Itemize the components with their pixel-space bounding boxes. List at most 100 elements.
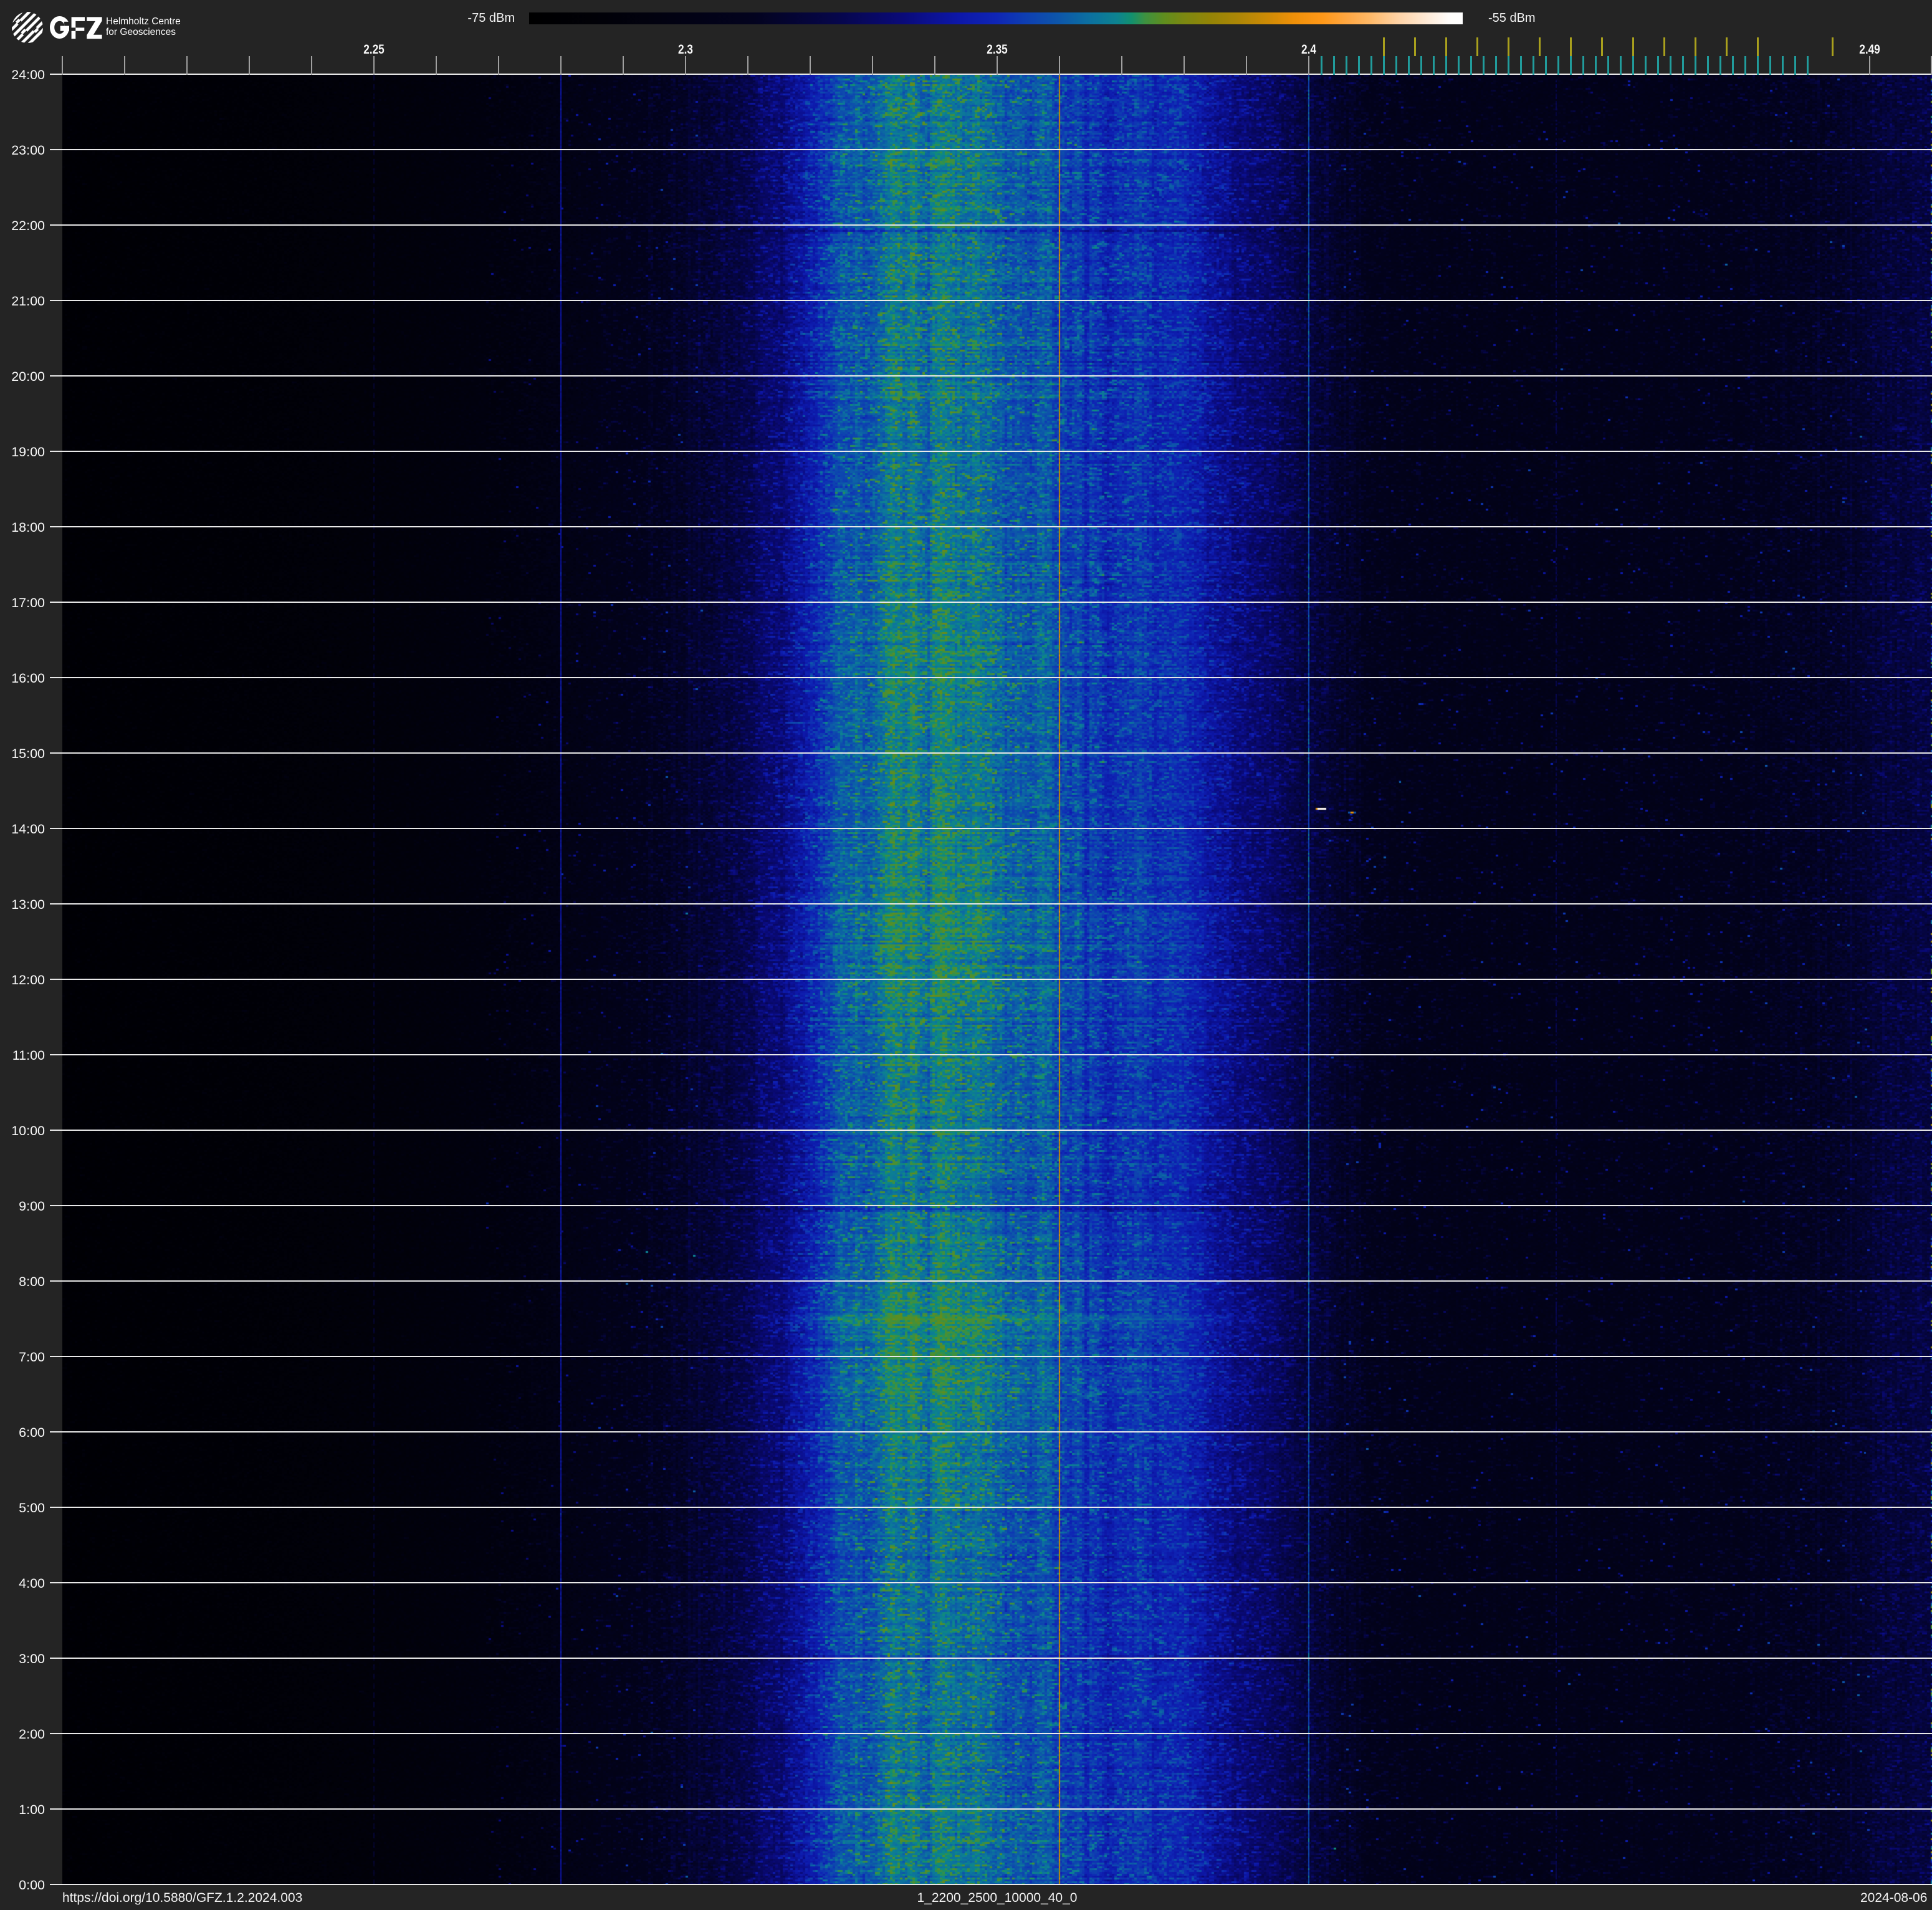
frequency-tick [498, 56, 499, 75]
ble-channel-tick [1719, 56, 1721, 75]
rf-spectrogram-page: { "header": { "logo": { "acronym": "GFZ"… [0, 0, 1932, 1910]
hour-label: 14:00 [11, 822, 45, 837]
hour-label: 2:00 [19, 1727, 45, 1742]
ble-channel-tick [1332, 56, 1335, 75]
hour-gridline [50, 224, 1932, 226]
hour-gridline [50, 1280, 1932, 1282]
ble-channel-tick [1744, 56, 1746, 75]
frequency-tick [62, 56, 63, 75]
hour-gridline [50, 1582, 1932, 1583]
wifi-channel-tick [1507, 37, 1509, 56]
hour-gridline [50, 903, 1932, 905]
hour-label: 11:00 [12, 1048, 45, 1063]
wifi-channel-tick [1756, 37, 1759, 56]
ble-channel-tick [1395, 56, 1397, 75]
wifi-channel-tick [1632, 37, 1634, 56]
ble-channel-tick [1706, 56, 1709, 75]
hour-label: 5:00 [19, 1500, 45, 1515]
frequency-label: 2.3 [678, 42, 693, 57]
ble-channel-tick [1769, 56, 1771, 75]
hour-label: 7:00 [19, 1350, 45, 1365]
footer: https://doi.org/10.5880/GFZ.1.2.2024.003… [0, 1885, 1932, 1910]
hour-gridline [50, 828, 1932, 829]
hour-gridline [50, 602, 1932, 603]
hour-gridline [50, 1808, 1932, 1810]
hour-label: 22:00 [11, 218, 45, 233]
hour-gridline [50, 526, 1932, 527]
ble-channel-tick [1731, 56, 1734, 75]
colorbar-min-label: -75 dBm [467, 11, 515, 25]
footer-dataset-id: 1_2200_2500_10000_40_0 [917, 1891, 1078, 1905]
ble-channel-tick [1320, 56, 1322, 75]
hour-label: 24:00 [11, 67, 45, 82]
frequency-tick [249, 56, 250, 75]
frequency-tick [1184, 56, 1185, 75]
ble-channel-tick [1544, 56, 1547, 75]
wifi-channel-tick [1445, 37, 1447, 56]
hour-gridline [50, 1205, 1932, 1206]
hour-gridline [50, 1054, 1932, 1055]
wifi-channel-tick [1413, 37, 1416, 56]
frequency-tick [311, 56, 312, 75]
frequency-label: 2.4 [1301, 42, 1316, 57]
frequency-tick [1308, 56, 1309, 75]
ble-channel-tick [1519, 56, 1522, 75]
ble-channel-tick [1445, 56, 1447, 75]
ble-channel-tick [1494, 56, 1497, 75]
hour-label: 13:00 [11, 897, 45, 912]
hour-label: 17:00 [11, 595, 45, 610]
frequency-label: 2.49 [1859, 42, 1880, 57]
hour-gridline [50, 752, 1932, 754]
ble-channel-tick [1432, 56, 1435, 75]
ble-channel-tick [1756, 56, 1759, 75]
ble-channel-tick [1781, 56, 1784, 75]
ble-channel-tick [1582, 56, 1584, 75]
hour-gridline [50, 677, 1932, 678]
hour-gridline [50, 1356, 1932, 1357]
ble-channel-tick [1594, 56, 1597, 75]
ble-channel-tick [1382, 56, 1385, 75]
ble-channel-tick [1420, 56, 1422, 75]
hour-gridline [50, 149, 1932, 150]
hour-label: 21:00 [11, 294, 45, 309]
hour-label: 9:00 [19, 1199, 45, 1214]
hour-gridline [50, 451, 1932, 452]
hour-gridline [50, 1130, 1932, 1131]
org-name-line2: for Geosciences [106, 27, 176, 37]
hour-label: 20:00 [11, 369, 45, 384]
org-name-line1: Helmholtz Centre [106, 16, 181, 27]
hour-label: 19:00 [11, 444, 45, 459]
ble-channel-tick [1607, 56, 1609, 75]
ble-channel-tick [1681, 56, 1684, 75]
wifi-channel-tick [1600, 37, 1603, 56]
hour-label: 15:00 [11, 746, 45, 761]
hour-label: 4:00 [19, 1576, 45, 1591]
ble-channel-tick [1407, 56, 1410, 75]
frequency-tick [934, 56, 935, 75]
ble-channel-tick [1507, 56, 1509, 75]
wifi-channel-tick [1538, 37, 1541, 56]
spectrogram-heatmap [62, 75, 1932, 1885]
org-name: Helmholtz Centre for Geosciences [106, 16, 181, 37]
ble-channel-tick [1482, 56, 1485, 75]
ble-channel-tick [1370, 56, 1372, 75]
ble-channel-tick [1794, 56, 1796, 75]
ble-channel-tick [1694, 56, 1696, 75]
footer-doi: https://doi.org/10.5880/GFZ.1.2.2024.003 [62, 1891, 303, 1905]
wifi-channel-tick [1569, 37, 1572, 56]
frequency-tick [560, 56, 562, 75]
wifi-channel-tick [1694, 37, 1696, 56]
frequency-tick [436, 56, 437, 75]
frequency-tick [623, 56, 624, 75]
ble-channel-tick [1569, 56, 1572, 75]
hour-label: 8:00 [19, 1274, 45, 1289]
hour-gridline [50, 375, 1932, 377]
wifi-channel-tick [1663, 37, 1665, 56]
hour-label: 3:00 [19, 1651, 45, 1666]
hour-label: 23:00 [11, 143, 45, 158]
wifi-channel-tick [1831, 37, 1834, 56]
hour-gridline [50, 74, 1932, 75]
frequency-tick [1059, 56, 1060, 75]
ble-channel-tick [1657, 56, 1659, 75]
ble-channel-tick [1806, 56, 1809, 75]
